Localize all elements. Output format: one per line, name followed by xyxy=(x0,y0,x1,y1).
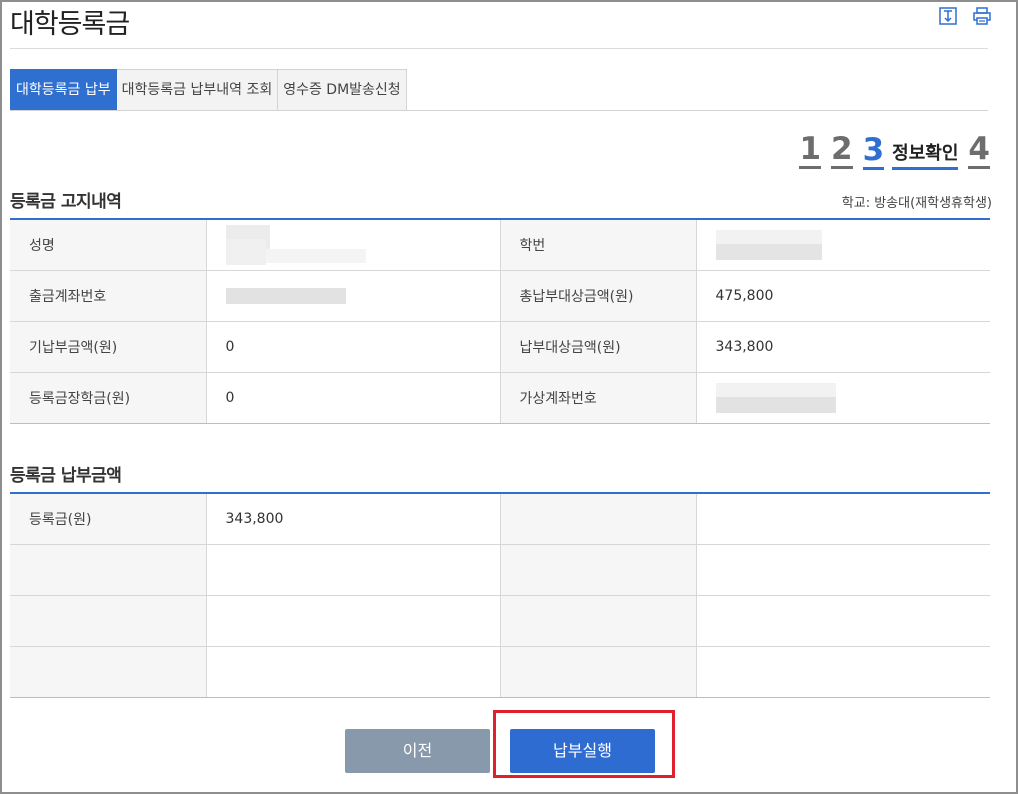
step-1: 1 xyxy=(799,131,822,169)
step-2: 2 xyxy=(831,131,853,169)
redacted-name xyxy=(225,225,366,265)
empty-label xyxy=(10,646,207,698)
print-icon[interactable] xyxy=(972,6,992,26)
total-due-label: 총납부대상금액(원) xyxy=(500,270,697,322)
total-due-value: 475,800 xyxy=(696,270,990,322)
redacted-account xyxy=(225,288,346,304)
name-label: 성명 xyxy=(10,219,207,271)
page-tools xyxy=(938,6,992,26)
notice-section-title: 등록금 고지내역 xyxy=(10,192,122,212)
table-row: 기납부금액(원) 0 납부대상금액(원) 343,800 xyxy=(10,321,990,373)
step-3-number: 3 xyxy=(862,132,885,170)
table-row xyxy=(10,646,990,698)
step-3-current: 3 정보확인 xyxy=(862,132,959,170)
empty-value xyxy=(696,595,990,647)
withdrawal-account-label: 출금계좌번호 xyxy=(10,270,207,322)
paid-amount-label: 기납부금액(원) xyxy=(10,321,207,373)
empty-value xyxy=(696,646,990,698)
download-icon[interactable] xyxy=(938,6,958,26)
tabs-divider xyxy=(10,110,988,111)
title-divider xyxy=(10,48,988,49)
tab-receipt-dm-request[interactable]: 영수증 DM발송신청 xyxy=(278,69,407,111)
table-row: 출금계좌번호 총납부대상금액(원) 475,800 xyxy=(10,270,990,322)
step-indicator: 1 2 3 정보확인 4 xyxy=(799,131,990,170)
empty-value xyxy=(696,544,990,596)
step-3-label: 정보확인 xyxy=(892,143,959,170)
empty-label xyxy=(500,646,697,698)
redacted-student-id xyxy=(715,230,822,260)
withdrawal-account-value xyxy=(206,270,501,322)
empty-value xyxy=(206,544,501,596)
tab-bar: 대학등록금 납부 대학등록금 납부내역 조회 영수증 DM발송신청 xyxy=(10,69,407,111)
execute-payment-button[interactable]: 납부실행 xyxy=(510,729,655,773)
name-value xyxy=(206,219,501,271)
student-id-value xyxy=(696,219,990,271)
empty-value xyxy=(206,646,501,698)
table-row: 등록금장학금(원) 0 가상계좌번호 xyxy=(10,372,990,424)
tuition-value: 343,800 xyxy=(206,493,501,545)
virtual-account-value xyxy=(696,372,990,424)
table-row xyxy=(10,544,990,596)
paid-amount-value: 0 xyxy=(206,321,501,373)
scholarship-label: 등록금장학금(원) xyxy=(10,372,207,424)
empty-label xyxy=(500,595,697,647)
table-row: 등록금(원) 343,800 xyxy=(10,493,990,545)
table-row xyxy=(10,595,990,647)
amount-due-value: 343,800 xyxy=(696,321,990,373)
empty-label xyxy=(10,544,207,596)
empty-label xyxy=(500,544,697,596)
empty-value xyxy=(206,595,501,647)
table-row: 성명 학번 xyxy=(10,219,990,271)
scholarship-value: 0 xyxy=(206,372,501,424)
tab-tuition-payment[interactable]: 대학등록금 납부 xyxy=(10,69,117,111)
tab-payment-history[interactable]: 대학등록금 납부내역 조회 xyxy=(116,69,279,111)
page-title: 대학등록금 xyxy=(10,9,130,40)
amount-due-label: 납부대상금액(원) xyxy=(500,321,697,373)
step-4: 4 xyxy=(968,131,990,169)
empty-label xyxy=(500,493,697,545)
payment-table: 등록금(원) 343,800 xyxy=(10,492,990,698)
student-id-label: 학번 xyxy=(500,219,697,271)
payment-section-title: 등록금 납부금액 xyxy=(10,466,122,486)
redacted-virtual-account xyxy=(715,383,836,413)
empty-value xyxy=(696,493,990,545)
notice-table: 성명 학번 출금계좌번호 총납부대상금액(원) 475,800 기납부금액(원) xyxy=(10,218,990,424)
previous-button[interactable]: 이전 xyxy=(345,729,490,773)
tuition-label: 등록금(원) xyxy=(10,493,207,545)
empty-label xyxy=(10,595,207,647)
school-info: 학교: 방송대(재학생휴학생) xyxy=(841,196,992,211)
virtual-account-label: 가상계좌번호 xyxy=(500,372,697,424)
